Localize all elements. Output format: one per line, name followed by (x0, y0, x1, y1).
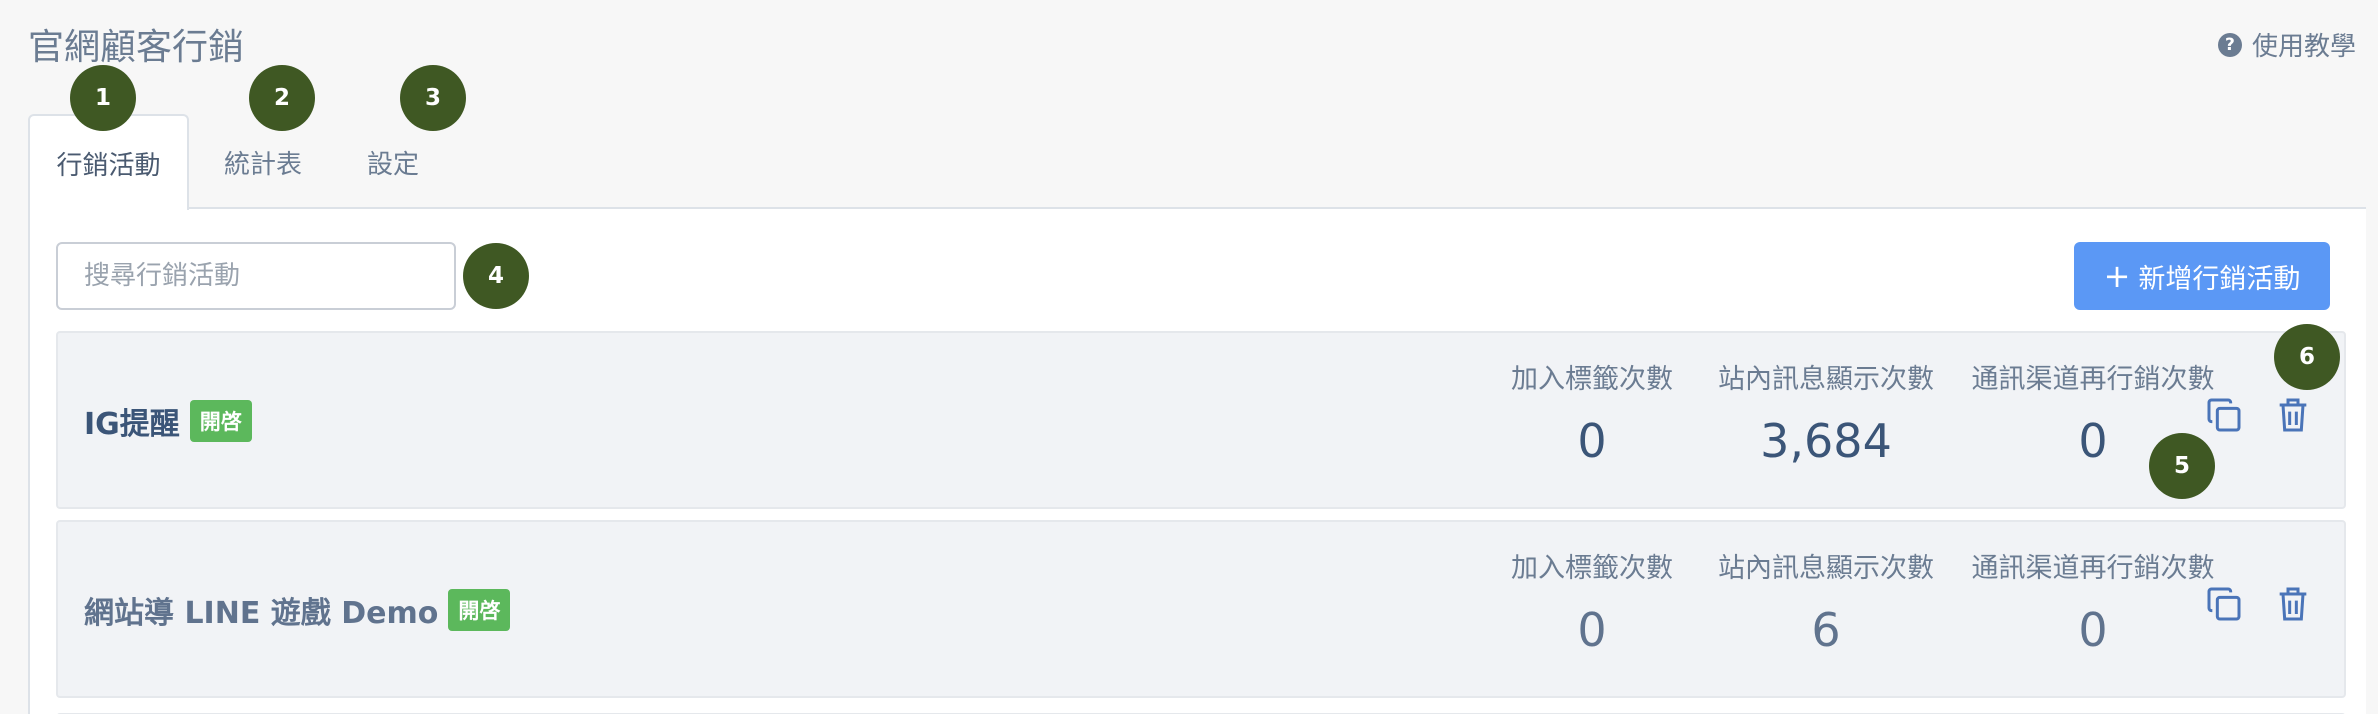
trash-icon[interactable] (2276, 395, 2310, 435)
campaign-title: 網站導 LINE 遊戲 Demo 開啓 (84, 588, 511, 632)
trash-icon[interactable] (2276, 584, 2310, 624)
stat-channel-remarketing-count: 通訊渠道再行銷次數 0 (1960, 546, 2226, 657)
campaign-card[interactable]: IG提醒 開啓 加入標籤次數 0 站內訊息顯示次數 3,684 通訊渠道再行銷次… (56, 331, 2346, 509)
copy-icon[interactable] (2204, 584, 2244, 624)
stat-value: 0 (2078, 603, 2108, 657)
search-input[interactable] (56, 242, 456, 310)
help-label: 使用教學 (2251, 32, 2356, 62)
stat-label: 加入標籤次數 (1511, 553, 1673, 584)
campaign-name[interactable]: 網站導 LINE 遊戲 Demo (84, 588, 438, 632)
question-circle-icon: ? (2217, 32, 2242, 57)
annotation-badge-5: 5 (2149, 433, 2215, 499)
stat-tag-count: 加入標籤次數 0 (1502, 357, 1682, 468)
tab-statistics[interactable]: 統計表 (193, 114, 333, 210)
stat-value: 0 (1577, 603, 1607, 657)
stat-value: 3,684 (1760, 414, 1892, 468)
stat-onsite-message-count: 站內訊息顯示次數 6 (1706, 546, 1946, 657)
status-badge: 開啓 (189, 400, 252, 442)
add-campaign-button[interactable]: + 新增行銷活動 (2074, 242, 2330, 310)
stat-label: 站內訊息顯示次數 (1718, 364, 1934, 395)
annotation-badge-3: 3 (400, 65, 466, 131)
annotation-badge-6: 6 (2274, 324, 2340, 390)
help-link[interactable]: ? 使用教學 (2217, 26, 2356, 63)
annotation-badge-2: 2 (249, 65, 315, 131)
status-badge: 開啓 (448, 589, 511, 631)
stat-value: 0 (1577, 414, 1607, 468)
campaign-title: IG提醒 開啓 (84, 399, 252, 443)
campaign-name[interactable]: IG提醒 (84, 399, 180, 443)
page-title: 官網顧客行銷 (28, 27, 245, 68)
annotation-badge-1: 1 (70, 65, 136, 131)
stat-label: 加入標籤次數 (1511, 364, 1673, 395)
add-campaign-label: 新增行銷活動 (2138, 263, 2301, 295)
annotation-badge-4: 4 (463, 243, 529, 309)
campaign-card[interactable]: 網站導 LINE 遊戲 Demo 開啓 加入標籤次數 0 站內訊息顯示次數 6 … (56, 520, 2346, 698)
copy-icon[interactable] (2204, 395, 2244, 435)
campaign-panel: + 新增行銷活動 IG提醒 開啓 加入標籤次數 0 站內訊息顯示次數 3,684… (28, 207, 2366, 714)
stat-value: 6 (1811, 603, 1841, 657)
stat-onsite-message-count: 站內訊息顯示次數 3,684 (1706, 357, 1946, 468)
stat-label: 通訊渠道再行銷次數 (1971, 553, 2215, 584)
plus-icon: + (2103, 257, 2131, 295)
stat-label: 站內訊息顯示次數 (1718, 553, 1934, 584)
stat-label: 通訊渠道再行銷次數 (1971, 364, 2215, 395)
stat-tag-count: 加入標籤次數 0 (1502, 546, 1682, 657)
